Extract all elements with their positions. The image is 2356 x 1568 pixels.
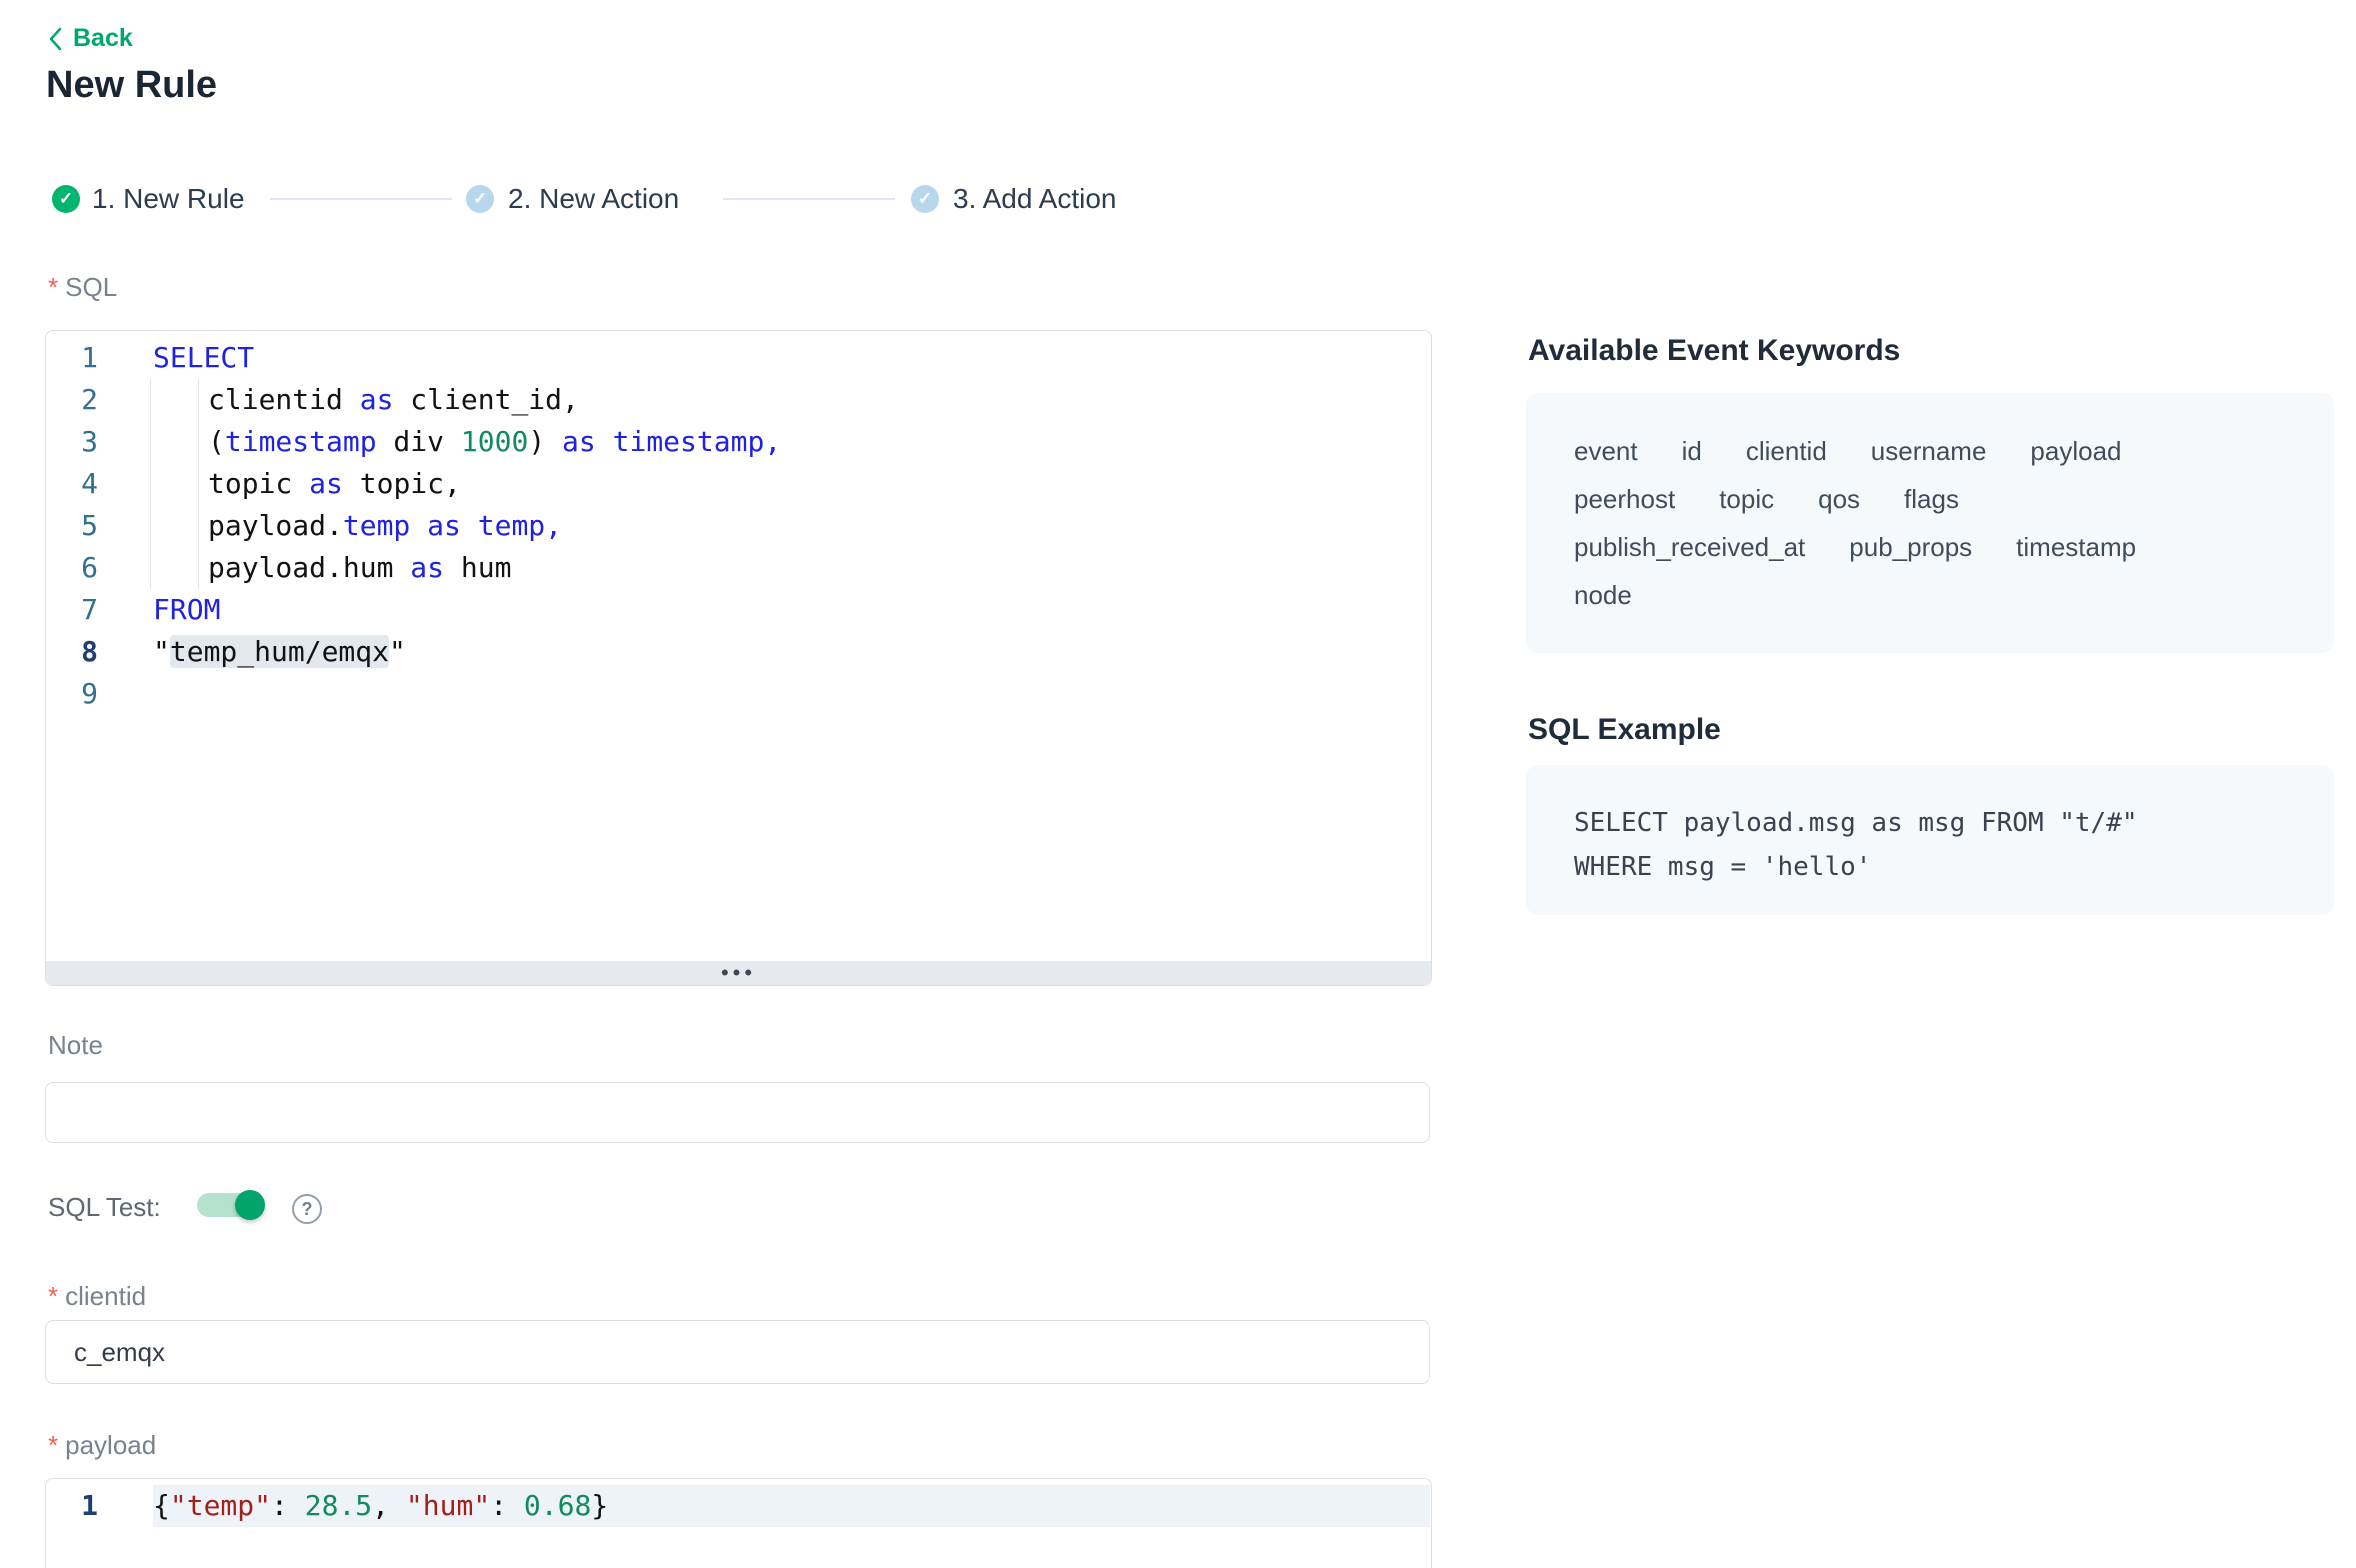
event-keyword: timestamp xyxy=(2016,532,2136,563)
line-number: 2 xyxy=(46,379,98,421)
help-icon[interactable]: ? xyxy=(292,1194,322,1224)
code-line: 3(timestamp div 1000) as timestamp, xyxy=(46,421,1430,463)
code-line: 6payload.hum as hum xyxy=(46,547,1430,589)
keywords-panel: event id clientid username payload peerhost t… xyxy=(1526,393,2334,653)
line-number: 3 xyxy=(46,421,98,463)
step3-check-icon: ✓ xyxy=(911,185,939,213)
note-input[interactable] xyxy=(45,1082,1430,1143)
code-line: 7FROM xyxy=(46,589,1430,631)
sql-test-label: SQL Test: xyxy=(48,1192,161,1223)
line-number: 8 xyxy=(46,631,98,673)
event-keyword: pub_props xyxy=(1849,532,1972,563)
line-number: 4 xyxy=(46,463,98,505)
stepper-connector xyxy=(270,198,452,200)
event-keyword: node xyxy=(1574,580,1632,611)
new-rule-page: Back New Rule ✓ 1. New Rule ✓ 2. New Act… xyxy=(0,0,2356,1568)
stepper: ✓ 1. New Rule ✓ 2. New Action ✓ 3. Add A… xyxy=(0,179,1300,219)
sql-example-title: SQL Example xyxy=(1528,713,1721,747)
event-keyword: payload xyxy=(2030,436,2121,467)
required-mark: * xyxy=(48,1281,58,1311)
event-keyword: username xyxy=(1871,436,1987,467)
keywords-panel-title: Available Event Keywords xyxy=(1528,334,1900,368)
sql-code-editor[interactable]: 1SELECT2clientid as client_id,3(timestam… xyxy=(45,330,1432,986)
code-line: 1SELECT xyxy=(46,337,1430,379)
event-keyword: peerhost xyxy=(1574,484,1675,515)
event-keyword: event xyxy=(1574,436,1638,467)
note-label: Note xyxy=(48,1030,103,1060)
keywords-row: event id clientid username payload xyxy=(1574,427,2286,475)
line-number: 1 xyxy=(46,337,98,379)
drag-dots-icon: ••• xyxy=(721,967,756,979)
sql-example-line: SELECT payload.msg as msg FROM "t/#" xyxy=(1574,801,2286,845)
sql-label: * SQL xyxy=(48,272,117,302)
event-keyword: qos xyxy=(1818,484,1860,515)
sql-example-panel: SELECT payload.msg as msg FROM "t/#" WHE… xyxy=(1526,765,2334,915)
code-line: 5payload.temp as temp, xyxy=(46,505,1430,547)
keywords-row: publish_received_at pub_props timestamp xyxy=(1574,523,2286,571)
sql-test-toggle[interactable] xyxy=(197,1193,263,1217)
toggle-knob xyxy=(235,1190,265,1220)
line-number: 1 xyxy=(46,1485,98,1527)
back-chevron-icon xyxy=(48,26,63,52)
step1-check-icon: ✓ xyxy=(52,185,80,213)
event-keyword: flags xyxy=(1904,484,1959,515)
payload-code-editor[interactable]: 1{"temp": 28.5, "hum": 0.68} xyxy=(45,1478,1432,1568)
editor-resize-handle[interactable]: ••• xyxy=(46,961,1431,985)
event-keyword: publish_received_at xyxy=(1574,532,1805,563)
back-link[interactable]: Back xyxy=(48,24,133,53)
event-keyword: id xyxy=(1682,436,1702,467)
step2-check-icon: ✓ xyxy=(466,185,494,213)
line-number: 5 xyxy=(46,505,98,547)
code-line: 4topic as topic, xyxy=(46,463,1430,505)
keywords-row: peerhost topic qos flags xyxy=(1574,475,2286,523)
stepper-item-new-rule[interactable]: 1. New Rule xyxy=(92,179,245,219)
line-number: 9 xyxy=(46,673,98,715)
code-line: 8"temp_hum/emqx" xyxy=(46,631,1430,673)
stepper-item-add-action[interactable]: 3. Add Action xyxy=(953,179,1116,219)
stepper-connector xyxy=(723,198,895,200)
code-line: 2clientid as client_id, xyxy=(46,379,1430,421)
code-line: 1{"temp": 28.5, "hum": 0.68} xyxy=(46,1485,1430,1527)
back-label: Back xyxy=(73,24,133,53)
line-number: 7 xyxy=(46,589,98,631)
stepper-item-new-action[interactable]: 2. New Action xyxy=(508,179,679,219)
sql-example-line: WHERE msg = 'hello' xyxy=(1574,845,2286,889)
payload-label: * payload xyxy=(48,1430,156,1460)
clientid-input[interactable] xyxy=(45,1320,1430,1384)
event-keyword: topic xyxy=(1719,484,1774,515)
line-number: 6 xyxy=(46,547,98,589)
required-mark: * xyxy=(48,272,58,302)
page-title: New Rule xyxy=(46,64,217,107)
event-keyword: clientid xyxy=(1746,436,1827,467)
keywords-row: node xyxy=(1574,571,2286,619)
required-mark: * xyxy=(48,1430,58,1460)
code-line: 9 xyxy=(46,673,1430,715)
clientid-label: * clientid xyxy=(48,1281,146,1311)
